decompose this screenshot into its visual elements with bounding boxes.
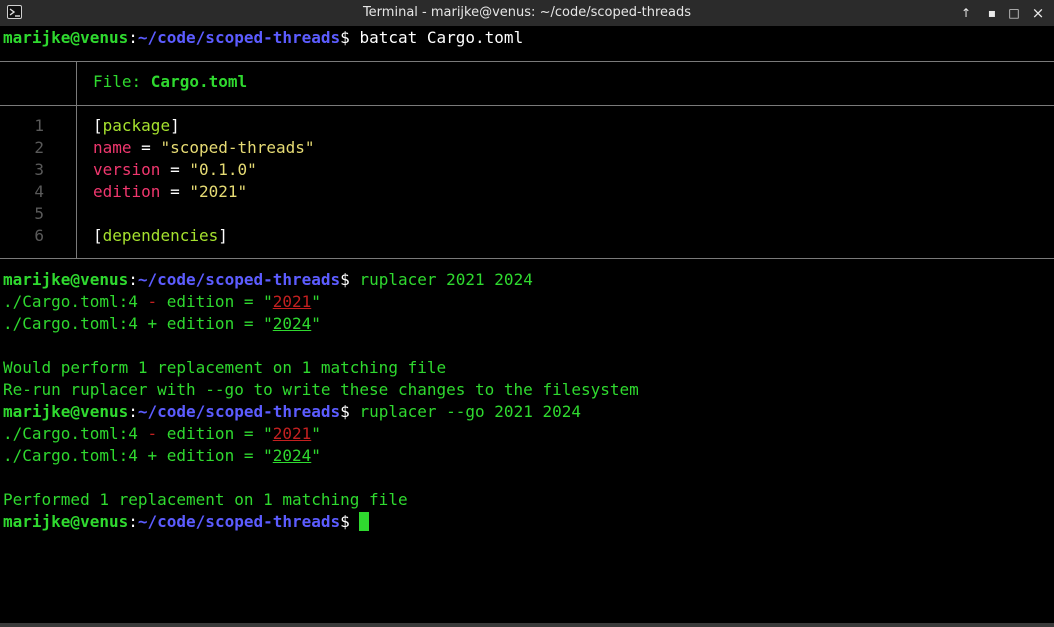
result-message: Performed 1 replacement on 1 matching fi…	[3, 490, 408, 509]
window-title: Terminal - marijke@venus: ~/code/scoped-…	[362, 5, 692, 20]
bat-bottom-rule	[0, 258, 1054, 259]
text-cursor	[359, 512, 370, 531]
prompt-user-host: marijke@venus	[3, 28, 129, 47]
prompt-line: marijke@venus:~/code/scoped-threads$	[3, 511, 370, 533]
code-line: version = "0.1.0"	[93, 160, 257, 179]
terminal-output[interactable]: marijke@venus:~/code/scoped-threads$ bat…	[0, 26, 1054, 623]
code-line: [package]	[93, 116, 180, 135]
line-number: 6	[34, 226, 44, 245]
command-text: ruplacer --go 2021 2024	[359, 402, 581, 421]
line-number: 4	[34, 182, 44, 201]
command-text: ruplacer 2021 2024	[359, 270, 533, 289]
code-line: name = "scoped-threads"	[93, 138, 315, 157]
diff-removed-line: ./Cargo.toml:4 - edition = "2021"	[3, 292, 321, 311]
close-button[interactable]: ×	[1029, 4, 1047, 22]
prompt-line: marijke@venus:~/code/scoped-threads$ bat…	[3, 28, 524, 47]
rerun-hint: Re-run ruplacer with --go to write these…	[3, 380, 639, 399]
bat-gutter-rule	[76, 105, 77, 258]
line-number: 3	[34, 160, 44, 179]
diff-added-line: ./Cargo.toml:4 + edition = "2024"	[3, 446, 321, 465]
diff-added-line: ./Cargo.toml:4 + edition = "2024"	[3, 314, 321, 333]
window-titlebar: Terminal - marijke@venus: ~/code/scoped-…	[0, 0, 1054, 26]
bat-header-rule	[0, 105, 1054, 106]
keep-above-button[interactable]: ↑	[957, 4, 975, 22]
prompt-line: marijke@venus:~/code/scoped-threads$ rup…	[3, 270, 533, 289]
summary-message: Would perform 1 replacement on 1 matchin…	[3, 358, 447, 377]
command-text: batcat Cargo.toml	[359, 28, 524, 47]
code-line: edition = "2021"	[93, 182, 248, 201]
bat-gutter-rule	[76, 61, 77, 105]
new-value: 2024	[272, 446, 312, 465]
old-value: 2021	[272, 292, 312, 311]
code-line: [dependencies]	[93, 226, 228, 245]
line-number: 2	[34, 138, 44, 157]
new-value: 2024	[272, 314, 312, 333]
line-number: 5	[34, 204, 44, 223]
maximize-button[interactable]: □	[1005, 4, 1023, 22]
old-value: 2021	[272, 424, 312, 443]
line-number: 1	[34, 116, 44, 135]
prompt-path: ~/code/scoped-threads	[137, 28, 341, 47]
window-bottom-border	[0, 623, 1054, 627]
bat-top-rule	[0, 61, 1054, 62]
prompt-line: marijke@venus:~/code/scoped-threads$ rup…	[3, 402, 581, 421]
minimize-button[interactable]: ▪	[983, 4, 1001, 22]
bat-file-header: File: Cargo.toml	[93, 72, 248, 91]
diff-removed-line: ./Cargo.toml:4 - edition = "2021"	[3, 424, 321, 443]
bat-file-name: Cargo.toml	[150, 72, 248, 91]
